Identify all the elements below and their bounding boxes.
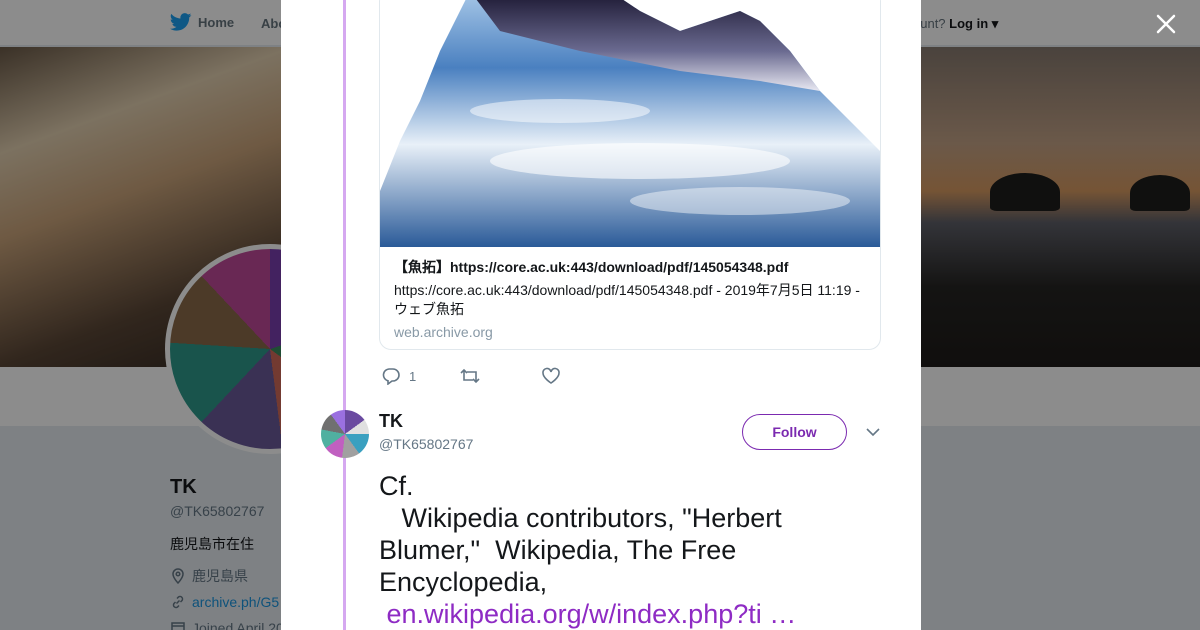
card-body: 【魚拓】https://core.ac.uk:443/download/pdf/… — [380, 247, 880, 349]
close-icon[interactable] — [1152, 10, 1180, 38]
card-domain: web.archive.org — [394, 324, 493, 340]
tweet-modal: 【魚拓】https://core.ac.uk:443/download/pdf/… — [281, 0, 921, 630]
retweet-icon — [460, 368, 480, 384]
card-description: https://core.ac.uk:443/download/pdf/1450… — [394, 282, 860, 317]
card-title: 【魚拓】https://core.ac.uk:443/download/pdf/… — [394, 259, 789, 275]
heart-icon — [542, 367, 560, 384]
tweet-text-body: Cf. Wikipedia contributors, "Herbert Blu… — [379, 471, 782, 597]
tweet-author-name[interactable]: TK — [379, 411, 403, 432]
card-image — [380, 0, 880, 247]
follow-button[interactable]: Follow — [742, 414, 847, 450]
reply-button[interactable]: 1 — [381, 367, 416, 385]
reply-icon — [382, 368, 400, 385]
tweet-link[interactable]: en.wikipedia.org/w/index.php?ti … — [379, 599, 797, 629]
tweet-author-handle[interactable]: @TK65802767 — [379, 436, 473, 452]
tweet-author-avatar[interactable] — [321, 410, 369, 458]
chevron-down-icon[interactable] — [865, 426, 881, 438]
retweet-button[interactable] — [459, 367, 489, 385]
link-preview-card[interactable]: 【魚拓】https://core.ac.uk:443/download/pdf/… — [379, 0, 881, 350]
like-button[interactable] — [541, 367, 569, 385]
earth-from-space-image — [380, 0, 880, 247]
reply-count: 1 — [409, 368, 417, 384]
thread-connector-line — [343, 0, 346, 630]
tweet-text: Cf. Wikipedia contributors, "Herbert Blu… — [379, 470, 849, 630]
